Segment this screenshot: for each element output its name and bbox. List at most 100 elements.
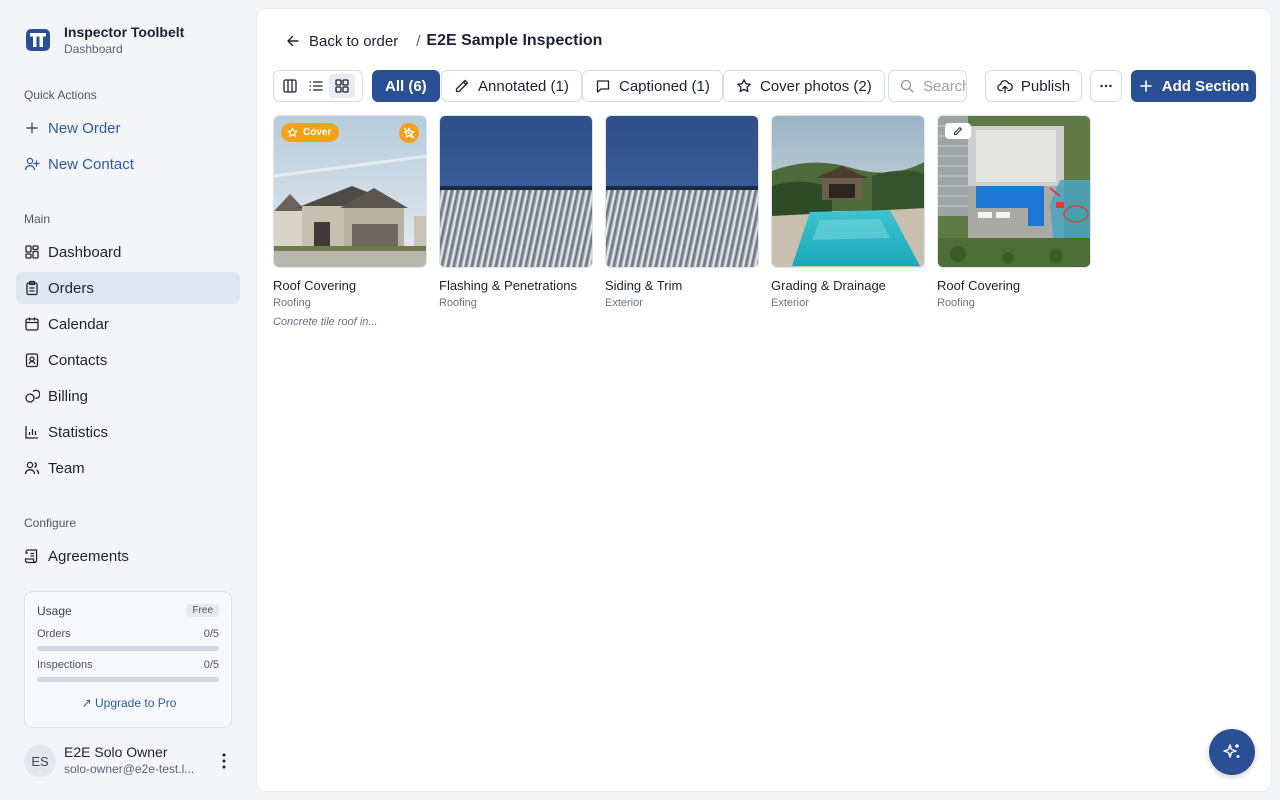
usage-orders-bar — [37, 646, 219, 651]
main-panel: Back to order / E2E Sample Inspection Al… — [256, 8, 1272, 792]
plus-icon — [1139, 80, 1152, 92]
list-view-icon — [309, 81, 323, 91]
brand[interactable]: Inspector Toolbelt Dashboard — [24, 24, 184, 58]
sidebar-item-contacts[interactable]: Contacts — [16, 344, 240, 376]
dashboard-icon — [24, 244, 40, 260]
search-placeholder: Search — [923, 77, 967, 95]
photo-category: Roofing — [937, 297, 975, 309]
brand-subtitle: Dashboard — [64, 42, 123, 56]
sidebar-item-label: Dashboard — [48, 243, 122, 261]
clipboard-icon — [24, 280, 40, 296]
more-vertical-icon[interactable] — [216, 752, 232, 770]
avatar: ES — [24, 745, 56, 777]
remove-cover-button[interactable] — [399, 123, 419, 143]
message-square-icon — [596, 80, 610, 93]
add-section-button[interactable]: Add Section — [1131, 70, 1256, 102]
toolbar: All (6) Annotated (1) Captioned (1) Cove… — [273, 70, 1257, 102]
filter-annotated-label: Annotated (1) — [478, 77, 569, 95]
photo-thumbnail[interactable] — [771, 115, 925, 268]
usage-orders-label: Orders — [37, 628, 71, 640]
search-icon — [900, 79, 914, 93]
photo-thumbnail[interactable]: Cover — [273, 115, 427, 268]
photo-card: Grading & Drainage Exterior — [771, 115, 925, 312]
search-input[interactable]: Search — [888, 70, 967, 102]
star-icon — [287, 127, 298, 137]
contact-card-icon — [24, 352, 40, 368]
publish-button[interactable]: Publish — [985, 70, 1082, 102]
photo-card: Cover Roof Covering Roofing Concrete til… — [273, 115, 427, 332]
sidebar-item-billing[interactable]: Billing — [16, 380, 240, 412]
more-options-button[interactable] — [1090, 70, 1122, 102]
filter-all[interactable]: All (6) — [372, 70, 440, 102]
toolbelt-logo — [26, 29, 50, 51]
metal-siding-photo — [606, 116, 758, 267]
filter-cover-photos-label: Cover photos (2) — [760, 77, 872, 95]
photo-title: Roof Covering — [273, 278, 357, 293]
breadcrumb: Back to order / E2E Sample Inspection — [285, 31, 602, 51]
photo-title: Roof Covering — [937, 278, 1021, 293]
sidebar-item-label: Contacts — [48, 351, 108, 369]
plan-badge: Free — [186, 604, 219, 617]
filter-all-label: All (6) — [385, 77, 427, 95]
new-contact-button[interactable]: New Contact — [16, 148, 240, 180]
sidebar-item-statistics[interactable]: Statistics — [16, 416, 240, 448]
new-order-label: New Order — [48, 119, 121, 137]
usage-panel: Usage Free Orders 0/5 Inspections 0/5 ↗ … — [24, 591, 232, 728]
sidebar-item-label: Team — [48, 459, 85, 477]
photo-card: Flashing & Penetrations Roofing — [439, 115, 593, 312]
photo-thumbnail[interactable] — [937, 115, 1091, 268]
annotated-badge — [945, 123, 971, 139]
users-icon — [24, 460, 40, 476]
star-off-icon — [403, 127, 415, 139]
pool-photo — [772, 116, 924, 267]
filter-captioned[interactable]: Captioned (1) — [582, 70, 723, 102]
arrow-up-right-icon: ↗ — [81, 696, 92, 710]
calendar-icon — [24, 316, 40, 332]
scroll-icon — [24, 548, 40, 564]
publish-label: Publish — [1020, 77, 1071, 95]
sidebar-item-calendar[interactable]: Calendar — [16, 308, 240, 340]
plus-icon — [24, 120, 40, 136]
photo-caption: Concrete tile roof in... — [273, 316, 378, 328]
sidebar-item-label: Orders — [48, 279, 94, 297]
grid-view-button[interactable] — [329, 74, 355, 98]
photo-title: Grading & Drainage — [771, 278, 886, 293]
usage-inspections-count: 0/5 — [203, 659, 219, 671]
sidebar-item-label: Statistics — [48, 423, 109, 441]
sidebar-item-team[interactable]: Team — [16, 452, 240, 484]
photo-category: Exterior — [605, 297, 643, 309]
user-profile[interactable]: ES E2E Solo Owner solo-owner@e2e-test.l.… — [24, 744, 240, 778]
sidebar-item-label: Billing — [48, 387, 89, 405]
photo-card: Siding & Trim Exterior — [605, 115, 759, 312]
filter-annotated[interactable]: Annotated (1) — [441, 70, 582, 102]
user-plus-icon — [24, 156, 40, 172]
quick-actions-label: Quick Actions — [24, 88, 97, 102]
photo-thumbnail[interactable] — [605, 115, 759, 268]
photo-title: Siding & Trim — [605, 278, 683, 293]
star-icon — [737, 79, 751, 93]
usage-inspections-bar — [37, 677, 219, 682]
pencil-icon — [455, 79, 469, 93]
ai-assistant-button[interactable] — [1209, 729, 1255, 775]
photo-thumbnail[interactable] — [439, 115, 593, 268]
filter-captioned-label: Captioned (1) — [619, 77, 710, 95]
view-mode-group — [273, 70, 363, 102]
filter-cover-photos[interactable]: Cover photos (2) — [723, 70, 885, 102]
photo-category: Roofing — [273, 297, 311, 309]
sidebar-item-dashboard[interactable]: Dashboard — [16, 236, 240, 268]
metal-siding-photo — [440, 116, 592, 267]
coins-icon — [24, 388, 40, 404]
columns-view-icon — [283, 79, 297, 93]
sidebar-item-label: Calendar — [48, 315, 109, 333]
new-order-button[interactable]: New Order — [16, 112, 240, 144]
bar-chart-icon — [24, 424, 40, 440]
sidebar-item-agreements[interactable]: Agreements — [16, 540, 240, 572]
back-to-order-link[interactable]: Back to order — [285, 33, 398, 50]
brand-name: Inspector Toolbelt — [64, 24, 185, 40]
photo-title: Flashing & Penetrations — [439, 278, 578, 293]
upgrade-to-pro-link[interactable]: ↗ Upgrade to Pro — [25, 696, 233, 710]
columns-view-button[interactable] — [277, 74, 303, 98]
sparkles-icon — [1223, 744, 1240, 758]
list-view-button[interactable] — [303, 74, 329, 98]
sidebar-item-orders[interactable]: Orders — [16, 272, 240, 304]
